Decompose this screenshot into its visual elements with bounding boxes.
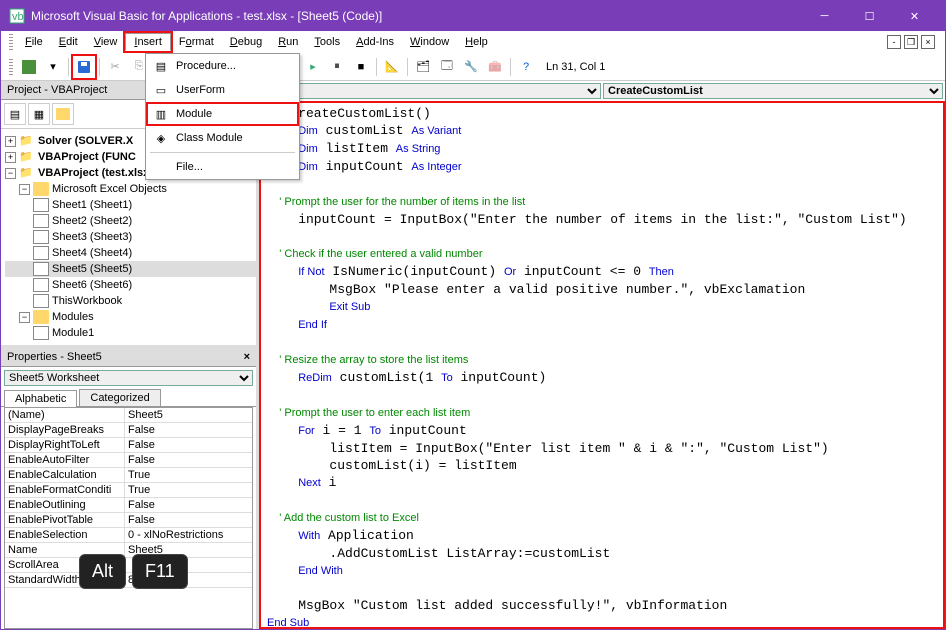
menu-insert[interactable]: Insert [125, 33, 171, 51]
menu-separator [150, 152, 295, 153]
menu-window[interactable]: Window [402, 34, 457, 50]
project-explorer-button[interactable]: 🗂 [412, 56, 434, 78]
cursor-position: Ln 31, Col 1 [546, 61, 605, 73]
object-dropdown[interactable]: al) [261, 83, 601, 99]
menu-format[interactable]: Format [171, 34, 222, 50]
keyboard-hint: Alt F11 [79, 554, 188, 589]
break-button[interactable]: ⏸ [326, 56, 348, 78]
insert-userform-label: UserForm [176, 84, 225, 96]
app-icon: vb [9, 8, 25, 24]
code-dropdowns: al) CreateCustomList [259, 81, 945, 101]
property-row[interactable]: EnablePivotTableFalse [5, 513, 252, 528]
title-bar: vb Microsoft Visual Basic for Applicatio… [1, 1, 945, 31]
mdi-buttons: - ❐ × [881, 31, 941, 53]
toolbar: ▾ ✂ ⎘ ▸ ⏸ ■ 📐 🗂 🗔 🔧 🧰 ? Ln 31, Col 1 [1, 53, 945, 81]
menu-tools[interactable]: Tools [306, 34, 348, 50]
design-mode-button[interactable]: 📐 [381, 56, 403, 78]
code-editor[interactable]: CreateCustomList() Dim customList As Var… [260, 102, 944, 628]
insert-class-module-label: Class Module [176, 132, 243, 144]
insert-file[interactable]: File... [146, 155, 299, 179]
cut-button[interactable]: ✂ [104, 56, 126, 78]
properties-grid[interactable]: (Name)Sheet5DisplayPageBreaksFalseDispla… [4, 407, 253, 629]
insert-file-label: File... [176, 161, 203, 173]
view-object-button[interactable]: ▦ [28, 103, 50, 125]
userform-icon: ▭ [150, 82, 172, 98]
property-row[interactable]: EnableOutliningFalse [5, 498, 252, 513]
property-row[interactable]: EnableAutoFilterFalse [5, 453, 252, 468]
properties-window-button[interactable]: 🗔 [436, 56, 458, 78]
menu-run[interactable]: Run [270, 34, 306, 50]
insert-module[interactable]: ▥ Module [146, 102, 299, 126]
reset-button[interactable]: ■ [350, 56, 372, 78]
properties-panel-title: Properties - Sheet5 [7, 351, 102, 363]
insert-module-label: Module [176, 108, 212, 120]
property-row[interactable]: DisplayPageBreaksFalse [5, 423, 252, 438]
key-f11: F11 [132, 554, 188, 589]
property-row[interactable]: EnableCalculationTrue [5, 468, 252, 483]
tree-module1[interactable]: Module1 [5, 325, 256, 341]
property-row[interactable]: (Name)Sheet5 [5, 408, 252, 423]
mdi-close[interactable]: × [921, 35, 935, 49]
minimize-button[interactable]: ─ [802, 1, 847, 31]
procedure-dropdown[interactable]: CreateCustomList [603, 83, 943, 99]
menu-edit[interactable]: Edit [51, 34, 86, 50]
menu-file[interactable]: File [17, 34, 51, 50]
save-button[interactable] [73, 56, 95, 78]
run-button[interactable]: ▸ [302, 56, 324, 78]
insert-dropdown: ▤ Procedure... ▭ UserForm ▥ Module ◈ Cla… [145, 53, 300, 180]
toolbox-button[interactable]: 🧰 [484, 56, 506, 78]
key-alt: Alt [79, 554, 126, 589]
tree-sheet[interactable]: Sheet4 (Sheet4) [5, 245, 256, 261]
help-button[interactable]: ? [515, 56, 537, 78]
menu-debug[interactable]: Debug [222, 34, 270, 50]
insert-toolbar-button[interactable]: ▾ [42, 56, 64, 78]
view-excel-button[interactable] [18, 56, 40, 78]
property-row[interactable]: EnableSelection0 - xlNoRestrictions [5, 528, 252, 543]
window-title: Microsoft Visual Basic for Applications … [31, 9, 802, 23]
file-icon [150, 159, 172, 175]
class-module-icon: ◈ [150, 130, 172, 146]
view-code-button[interactable]: ▤ [4, 103, 26, 125]
insert-procedure[interactable]: ▤ Procedure... [146, 54, 299, 78]
property-row[interactable]: EnableFormatConditiTrue [5, 483, 252, 498]
project-panel-title: Project - VBAProject [7, 84, 107, 96]
tree-excel-objects[interactable]: −Microsoft Excel Objects [5, 181, 256, 197]
maximize-button[interactable]: ☐ [847, 1, 892, 31]
tree-sheet[interactable]: Sheet3 (Sheet3) [5, 229, 256, 245]
tree-sheet[interactable]: Sheet1 (Sheet1) [5, 197, 256, 213]
toolbar-grip-2 [9, 59, 13, 75]
code-pane: al) CreateCustomList CreateCustomList() … [259, 81, 945, 629]
toggle-folders-button[interactable] [52, 103, 74, 125]
tree-sheet[interactable]: Sheet5 (Sheet5) [5, 261, 256, 277]
tree-sheet[interactable]: Sheet2 (Sheet2) [5, 213, 256, 229]
properties-panel-close[interactable]: × [244, 351, 250, 363]
toolbar-grip [9, 34, 13, 50]
properties-panel-header: Properties - Sheet5 × [1, 348, 256, 367]
procedure-icon: ▤ [150, 58, 172, 74]
mdi-restore[interactable]: ❐ [904, 35, 918, 49]
insert-procedure-label: Procedure... [176, 60, 236, 72]
menu-help[interactable]: Help [457, 34, 496, 50]
menu-bar: File Edit View Insert Format Debug Run T… [1, 31, 945, 53]
tree-modules-folder[interactable]: −Modules [5, 309, 256, 325]
properties-object-select[interactable]: Sheet5 Worksheet [4, 370, 253, 386]
tab-alphabetic[interactable]: Alphabetic [4, 390, 77, 407]
svg-text:vb: vb [12, 11, 24, 23]
object-browser-button[interactable]: 🔧 [460, 56, 482, 78]
main-area: Project - VBAProject × ▤ ▦ +📁Solver (SOL… [1, 81, 945, 629]
properties-tabs: Alphabetic Categorized [1, 389, 256, 407]
insert-class-module[interactable]: ◈ Class Module [146, 126, 299, 150]
close-button[interactable]: ✕ [892, 1, 937, 31]
property-row[interactable]: DisplayRightToLeftFalse [5, 438, 252, 453]
insert-userform[interactable]: ▭ UserForm [146, 78, 299, 102]
tab-categorized[interactable]: Categorized [79, 389, 160, 406]
tree-thisworkbook[interactable]: ThisWorkbook [5, 293, 256, 309]
mdi-minimize[interactable]: - [887, 35, 901, 49]
menu-view[interactable]: View [86, 34, 126, 50]
menu-addins[interactable]: Add-Ins [348, 34, 402, 50]
module-icon: ▥ [150, 106, 172, 122]
tree-sheet[interactable]: Sheet6 (Sheet6) [5, 277, 256, 293]
